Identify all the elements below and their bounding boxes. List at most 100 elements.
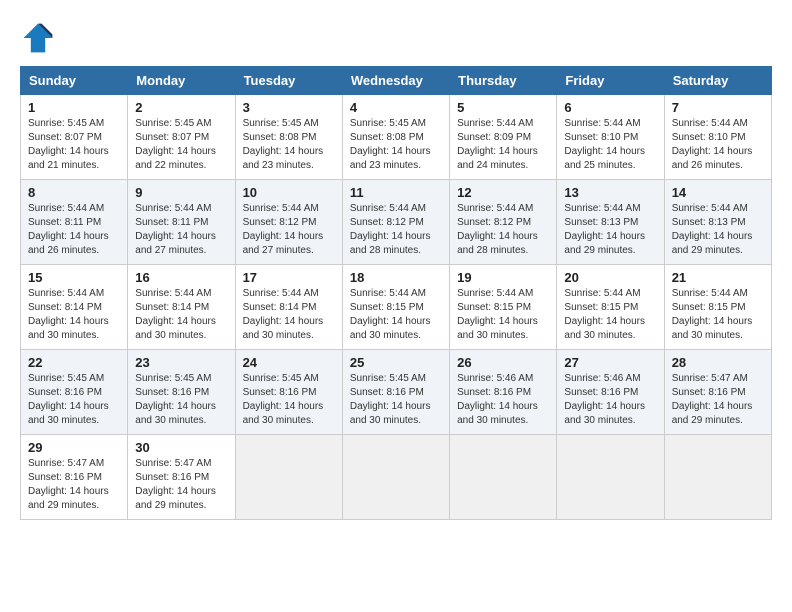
day-info: Sunrise: 5:44 AM Sunset: 8:12 PM Dayligh…: [243, 202, 335, 258]
header-day: Friday: [557, 67, 664, 95]
header-day: Monday: [128, 67, 235, 95]
calendar-cell: [557, 435, 664, 520]
header-day: Sunday: [21, 67, 128, 95]
day-info: Sunrise: 5:44 AM Sunset: 8:11 PM Dayligh…: [28, 202, 120, 258]
day-info: Sunrise: 5:45 AM Sunset: 8:16 PM Dayligh…: [135, 372, 227, 428]
calendar-header: SundayMondayTuesdayWednesdayThursdayFrid…: [21, 67, 772, 95]
calendar-cell: 9 Sunrise: 5:44 AM Sunset: 8:11 PM Dayli…: [128, 180, 235, 265]
day-info: Sunrise: 5:46 AM Sunset: 8:16 PM Dayligh…: [564, 372, 656, 428]
day-info: Sunrise: 5:45 AM Sunset: 8:16 PM Dayligh…: [350, 372, 442, 428]
day-info: Sunrise: 5:46 AM Sunset: 8:16 PM Dayligh…: [457, 372, 549, 428]
day-info: Sunrise: 5:44 AM Sunset: 8:13 PM Dayligh…: [672, 202, 764, 258]
header: [20, 20, 772, 56]
day-info: Sunrise: 5:45 AM Sunset: 8:16 PM Dayligh…: [243, 372, 335, 428]
calendar-cell: 4 Sunrise: 5:45 AM Sunset: 8:08 PM Dayli…: [342, 95, 449, 180]
calendar-body: 1 Sunrise: 5:45 AM Sunset: 8:07 PM Dayli…: [21, 95, 772, 520]
calendar-cell: 22 Sunrise: 5:45 AM Sunset: 8:16 PM Dayl…: [21, 350, 128, 435]
day-number: 27: [564, 355, 656, 370]
calendar-cell: 13 Sunrise: 5:44 AM Sunset: 8:13 PM Dayl…: [557, 180, 664, 265]
day-info: Sunrise: 5:47 AM Sunset: 8:16 PM Dayligh…: [28, 457, 120, 513]
calendar-cell: 23 Sunrise: 5:45 AM Sunset: 8:16 PM Dayl…: [128, 350, 235, 435]
day-number: 3: [243, 100, 335, 115]
day-info: Sunrise: 5:45 AM Sunset: 8:07 PM Dayligh…: [135, 117, 227, 173]
day-number: 20: [564, 270, 656, 285]
calendar-cell: 7 Sunrise: 5:44 AM Sunset: 8:10 PM Dayli…: [664, 95, 771, 180]
logo: [20, 20, 60, 56]
calendar-cell: 18 Sunrise: 5:44 AM Sunset: 8:15 PM Dayl…: [342, 265, 449, 350]
day-number: 25: [350, 355, 442, 370]
calendar-week: 15 Sunrise: 5:44 AM Sunset: 8:14 PM Dayl…: [21, 265, 772, 350]
day-number: 1: [28, 100, 120, 115]
calendar-cell: 12 Sunrise: 5:44 AM Sunset: 8:12 PM Dayl…: [450, 180, 557, 265]
day-number: 6: [564, 100, 656, 115]
calendar-week: 29 Sunrise: 5:47 AM Sunset: 8:16 PM Dayl…: [21, 435, 772, 520]
calendar: SundayMondayTuesdayWednesdayThursdayFrid…: [20, 66, 772, 520]
day-number: 2: [135, 100, 227, 115]
calendar-cell: 1 Sunrise: 5:45 AM Sunset: 8:07 PM Dayli…: [21, 95, 128, 180]
day-number: 24: [243, 355, 335, 370]
header-day: Thursday: [450, 67, 557, 95]
header-day: Saturday: [664, 67, 771, 95]
calendar-cell: 8 Sunrise: 5:44 AM Sunset: 8:11 PM Dayli…: [21, 180, 128, 265]
calendar-cell: 2 Sunrise: 5:45 AM Sunset: 8:07 PM Dayli…: [128, 95, 235, 180]
calendar-cell: 28 Sunrise: 5:47 AM Sunset: 8:16 PM Dayl…: [664, 350, 771, 435]
day-number: 5: [457, 100, 549, 115]
calendar-week: 1 Sunrise: 5:45 AM Sunset: 8:07 PM Dayli…: [21, 95, 772, 180]
calendar-week: 8 Sunrise: 5:44 AM Sunset: 8:11 PM Dayli…: [21, 180, 772, 265]
calendar-cell: 30 Sunrise: 5:47 AM Sunset: 8:16 PM Dayl…: [128, 435, 235, 520]
calendar-cell: 19 Sunrise: 5:44 AM Sunset: 8:15 PM Dayl…: [450, 265, 557, 350]
calendar-cell: 26 Sunrise: 5:46 AM Sunset: 8:16 PM Dayl…: [450, 350, 557, 435]
day-info: Sunrise: 5:44 AM Sunset: 8:13 PM Dayligh…: [564, 202, 656, 258]
calendar-cell: 17 Sunrise: 5:44 AM Sunset: 8:14 PM Dayl…: [235, 265, 342, 350]
day-number: 12: [457, 185, 549, 200]
calendar-cell: 5 Sunrise: 5:44 AM Sunset: 8:09 PM Dayli…: [450, 95, 557, 180]
day-number: 17: [243, 270, 335, 285]
calendar-week: 22 Sunrise: 5:45 AM Sunset: 8:16 PM Dayl…: [21, 350, 772, 435]
day-info: Sunrise: 5:44 AM Sunset: 8:14 PM Dayligh…: [135, 287, 227, 343]
day-number: 23: [135, 355, 227, 370]
day-info: Sunrise: 5:44 AM Sunset: 8:10 PM Dayligh…: [564, 117, 656, 173]
day-info: Sunrise: 5:45 AM Sunset: 8:08 PM Dayligh…: [350, 117, 442, 173]
calendar-cell: 25 Sunrise: 5:45 AM Sunset: 8:16 PM Dayl…: [342, 350, 449, 435]
logo-icon: [20, 20, 56, 56]
day-number: 28: [672, 355, 764, 370]
day-number: 9: [135, 185, 227, 200]
calendar-cell: 21 Sunrise: 5:44 AM Sunset: 8:15 PM Dayl…: [664, 265, 771, 350]
day-number: 11: [350, 185, 442, 200]
day-number: 4: [350, 100, 442, 115]
calendar-cell: [450, 435, 557, 520]
day-info: Sunrise: 5:44 AM Sunset: 8:15 PM Dayligh…: [457, 287, 549, 343]
calendar-cell: 11 Sunrise: 5:44 AM Sunset: 8:12 PM Dayl…: [342, 180, 449, 265]
calendar-cell: 24 Sunrise: 5:45 AM Sunset: 8:16 PM Dayl…: [235, 350, 342, 435]
day-info: Sunrise: 5:44 AM Sunset: 8:09 PM Dayligh…: [457, 117, 549, 173]
calendar-cell: 3 Sunrise: 5:45 AM Sunset: 8:08 PM Dayli…: [235, 95, 342, 180]
day-info: Sunrise: 5:47 AM Sunset: 8:16 PM Dayligh…: [135, 457, 227, 513]
calendar-cell: 15 Sunrise: 5:44 AM Sunset: 8:14 PM Dayl…: [21, 265, 128, 350]
calendar-cell: 16 Sunrise: 5:44 AM Sunset: 8:14 PM Dayl…: [128, 265, 235, 350]
header-day: Wednesday: [342, 67, 449, 95]
day-info: Sunrise: 5:44 AM Sunset: 8:11 PM Dayligh…: [135, 202, 227, 258]
header-day: Tuesday: [235, 67, 342, 95]
calendar-cell: 14 Sunrise: 5:44 AM Sunset: 8:13 PM Dayl…: [664, 180, 771, 265]
day-number: 8: [28, 185, 120, 200]
day-info: Sunrise: 5:45 AM Sunset: 8:16 PM Dayligh…: [28, 372, 120, 428]
calendar-cell: [342, 435, 449, 520]
day-info: Sunrise: 5:44 AM Sunset: 8:15 PM Dayligh…: [350, 287, 442, 343]
day-number: 15: [28, 270, 120, 285]
day-number: 19: [457, 270, 549, 285]
day-number: 7: [672, 100, 764, 115]
day-number: 30: [135, 440, 227, 455]
day-info: Sunrise: 5:44 AM Sunset: 8:14 PM Dayligh…: [28, 287, 120, 343]
calendar-cell: 10 Sunrise: 5:44 AM Sunset: 8:12 PM Dayl…: [235, 180, 342, 265]
day-info: Sunrise: 5:44 AM Sunset: 8:10 PM Dayligh…: [672, 117, 764, 173]
calendar-cell: 20 Sunrise: 5:44 AM Sunset: 8:15 PM Dayl…: [557, 265, 664, 350]
day-number: 18: [350, 270, 442, 285]
day-number: 13: [564, 185, 656, 200]
calendar-cell: [235, 435, 342, 520]
day-info: Sunrise: 5:44 AM Sunset: 8:12 PM Dayligh…: [457, 202, 549, 258]
calendar-cell: 29 Sunrise: 5:47 AM Sunset: 8:16 PM Dayl…: [21, 435, 128, 520]
day-info: Sunrise: 5:47 AM Sunset: 8:16 PM Dayligh…: [672, 372, 764, 428]
day-number: 21: [672, 270, 764, 285]
day-info: Sunrise: 5:44 AM Sunset: 8:12 PM Dayligh…: [350, 202, 442, 258]
day-info: Sunrise: 5:45 AM Sunset: 8:07 PM Dayligh…: [28, 117, 120, 173]
